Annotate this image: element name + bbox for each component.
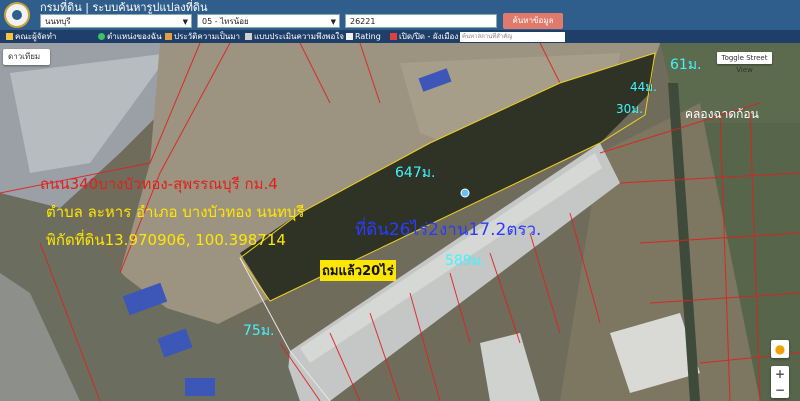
location-annotation: ตำบล ละหาร อำเภอ บางบัวทอง นนทบุรี bbox=[46, 203, 305, 221]
zoom-control: + − bbox=[771, 366, 789, 398]
district-select[interactable]: 05 - ไทรน้อย ▼ bbox=[197, 14, 340, 28]
team-icon bbox=[6, 33, 13, 40]
toolbar-my-location-label: ตำแหน่งของฉัน bbox=[107, 32, 162, 41]
toolbar-survey[interactable]: แบบประเมินความพึงพอใจ bbox=[245, 31, 344, 43]
book-icon bbox=[165, 33, 172, 40]
toolbar-team-label: คณะผู้จัดทำ bbox=[15, 32, 57, 41]
district-value: 05 - ไทรน้อย bbox=[202, 17, 249, 26]
zoom-in-button[interactable]: + bbox=[771, 366, 789, 382]
street-view-toggle[interactable]: Toggle Street View bbox=[717, 52, 772, 74]
chevron-down-icon: ▼ bbox=[330, 18, 336, 26]
province-select[interactable]: นนทบุรี ▼ bbox=[40, 14, 192, 28]
location-icon bbox=[98, 33, 105, 40]
app-title: กรมที่ดิน | ระบบค้นหารูปแปลงที่ดิน bbox=[40, 1, 208, 14]
toolbar: คณะผู้จัดทำ ตำแหน่งของฉัน ประวัติความเป็… bbox=[0, 31, 800, 43]
toolbar-city-plan-label: เปิด/ปิด - ผังเมือง bbox=[399, 32, 459, 41]
area-annotation: ที่ดิน26ไร่2งาน17.2ตรว. bbox=[355, 220, 542, 240]
chevron-down-icon: ▼ bbox=[182, 18, 188, 26]
toolbar-survey-label: แบบประเมินความพึงพอใจ bbox=[254, 32, 344, 41]
parcel-number-value: 26221 bbox=[350, 17, 376, 26]
south-dimension: 589ม. bbox=[445, 253, 486, 269]
app-header: กรมที่ดิน | ระบบค้นหารูปแปลงที่ดิน นนทบุ… bbox=[0, 0, 800, 31]
layers-icon bbox=[390, 33, 397, 40]
dimension-30: 30ม. bbox=[616, 102, 643, 116]
toolbar-my-location[interactable]: ตำแหน่งของฉัน bbox=[98, 31, 162, 43]
survey-icon bbox=[245, 33, 252, 40]
north-dimension: 647ม. bbox=[395, 165, 436, 181]
place-search-input[interactable]: ค้นหาสถานที่สำคัญ bbox=[460, 32, 565, 42]
toolbar-rating[interactable]: Rating bbox=[346, 31, 381, 43]
dimension-44: 44ม. bbox=[630, 80, 657, 94]
northeast-dimension: 61ม. bbox=[670, 57, 702, 73]
filled-annotation: ถมแล้ว20ไร่ bbox=[320, 260, 396, 281]
road-annotation: ถนน340บางบัวทอง-สุพรรณบุรี กม.4 bbox=[40, 175, 278, 193]
map-type-value: ดาวเทียม bbox=[8, 52, 41, 61]
search-button[interactable]: ค้นหาข้อมูล bbox=[503, 13, 563, 29]
parcel-number-input[interactable]: 26221 bbox=[345, 14, 497, 28]
canal-label: คลองฉาดก้อน bbox=[685, 107, 759, 121]
map-type-select[interactable]: ดาวเทียม bbox=[3, 49, 50, 65]
coordinates-annotation: พิกัดที่ดิน13.970906, 100.398714 bbox=[46, 231, 286, 249]
toolbar-history-label: ประวัติความเป็นมา bbox=[174, 32, 241, 41]
toolbar-history[interactable]: ประวัติความเป็นมา bbox=[165, 31, 240, 43]
rating-icon bbox=[346, 33, 353, 40]
province-value: นนทบุรี bbox=[45, 17, 71, 26]
west-dimension: 75ม. bbox=[243, 323, 275, 339]
pegman-icon[interactable]: ● bbox=[771, 340, 789, 358]
zoom-out-button[interactable]: − bbox=[771, 382, 789, 398]
toolbar-rating-label: Rating bbox=[355, 32, 381, 41]
toolbar-city-plan[interactable]: เปิด/ปิด - ผังเมือง bbox=[390, 31, 458, 43]
department-logo bbox=[4, 2, 30, 28]
toolbar-team[interactable]: คณะผู้จัดทำ bbox=[6, 31, 56, 43]
